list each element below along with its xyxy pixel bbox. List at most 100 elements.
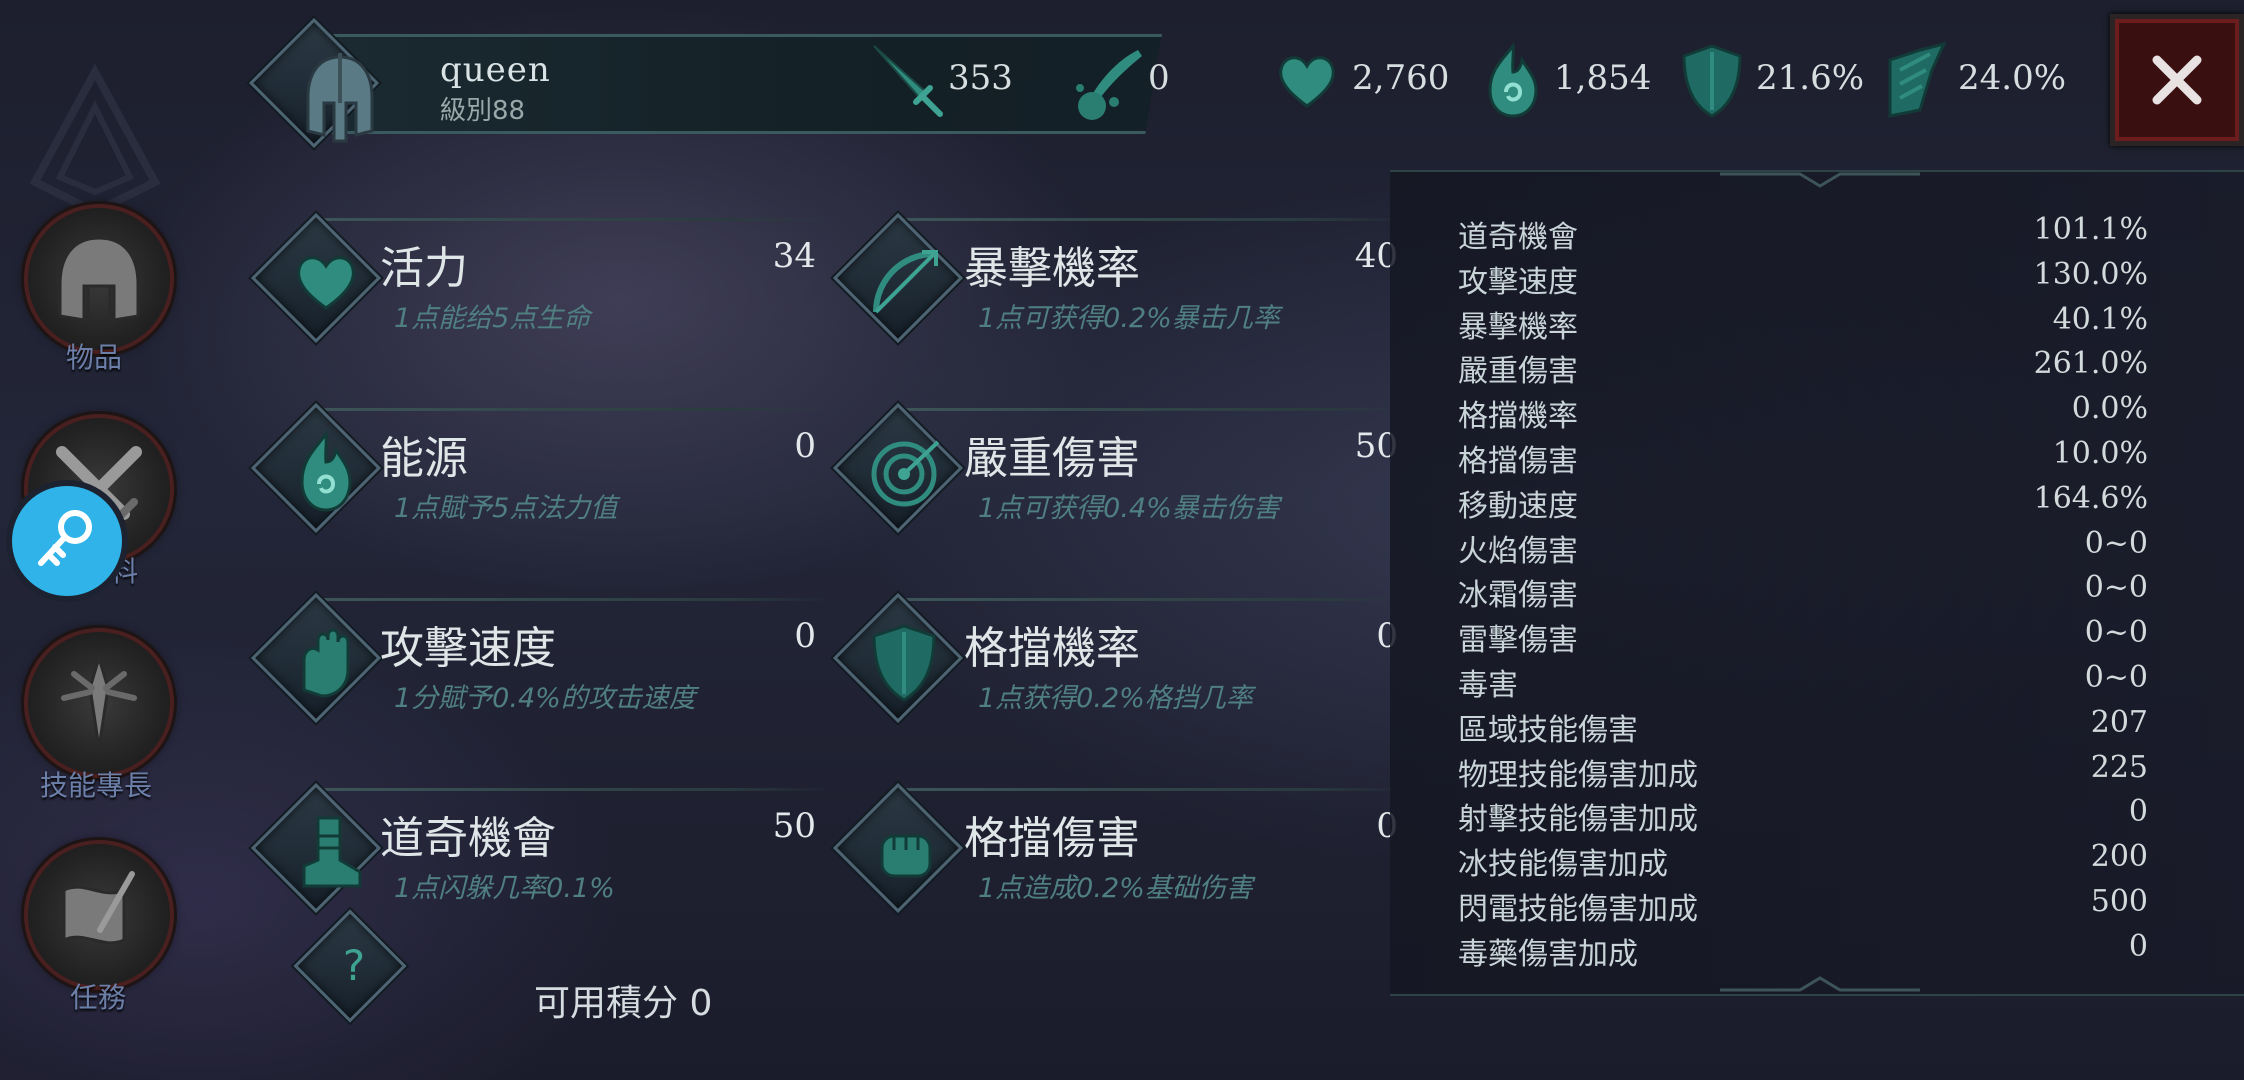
stat-label: 移動速度 — [1458, 488, 1578, 524]
available-points: 可用積分 0 — [534, 983, 713, 1024]
stat-row: 火焰傷害 0~0 — [1458, 526, 2148, 570]
stat-label: 格擋傷害 — [1458, 444, 1578, 479]
card-divider — [890, 788, 1410, 791]
stat-label: 毒藥傷害加成 — [1458, 936, 1638, 972]
side-menu-label: 技能專長 — [39, 769, 152, 802]
stat-row: 射擊技能傷害加成 0 — [1458, 794, 2148, 838]
panel-ornament-top — [1720, 172, 1920, 188]
stat-label: 攻擊速度 — [1458, 264, 1578, 300]
card-divider — [890, 218, 1410, 221]
attribute-title: 格擋傷害 — [964, 813, 1140, 864]
heart-icon — [1279, 56, 1335, 108]
attribute-value: 0 — [794, 616, 816, 656]
flame-icon — [300, 430, 352, 512]
armor-value: 21.6% — [1756, 58, 1865, 98]
close-button[interactable] — [2110, 14, 2244, 146]
card-divider — [890, 598, 1410, 601]
magic-splash-icon — [1076, 50, 1142, 120]
key-overlay-button[interactable] — [12, 486, 122, 596]
stat-value: 0~0 — [2084, 570, 2148, 606]
card-divider — [310, 788, 830, 791]
stat-value: 10.0% — [2052, 436, 2148, 471]
stat-row: 閃電技能傷害加成 500 — [1458, 884, 2148, 928]
card-divider — [310, 598, 830, 601]
stat-label: 物理技能傷害加成 — [1458, 757, 1698, 793]
shield-icon — [872, 624, 936, 702]
stat-row: 格擋機率 0.0% — [1458, 391, 2148, 435]
attribute-value: 50 — [772, 806, 816, 846]
stat-label: 火焰傷害 — [1458, 533, 1578, 569]
stat-value: 0~0 — [2084, 615, 2148, 651]
stat-value: 500 — [2090, 884, 2148, 919]
character-level: 級別88 — [440, 96, 526, 126]
stat-row: 冰技能傷害加成 200 — [1458, 839, 2148, 883]
boot-icon — [302, 816, 362, 888]
stat-row: 格擋傷害 10.0% — [1458, 436, 2148, 480]
side-menu-label: 物品 — [65, 341, 122, 374]
dodge-value: 24.0% — [1958, 58, 2067, 98]
stat-row: 毒藥傷害加成 0 — [1458, 929, 2148, 973]
attribute-title: 格擋機率 — [964, 623, 1140, 674]
key-icon — [38, 510, 92, 566]
stat-value: 130.0% — [2033, 256, 2148, 292]
stat-value: 0 — [2128, 794, 2148, 830]
stat-value: 225 — [2090, 749, 2148, 785]
attribute-title: 能源 — [380, 433, 468, 484]
card-divider — [310, 408, 830, 411]
card-divider — [890, 408, 1410, 411]
target-icon — [871, 440, 940, 507]
stat-row: 嚴重傷害 261.0% — [1458, 346, 2148, 390]
stat-label: 格擋機率 — [1458, 399, 1578, 435]
attribute-description: 1点闪躲几率0.1% — [394, 873, 615, 904]
stat-row: 雷擊傷害 0~0 — [1458, 615, 2148, 659]
stat-label: 毒害 — [1458, 668, 1518, 703]
health-value: 2,760 — [1352, 58, 1450, 98]
stat-label: 道奇機會 — [1458, 220, 1578, 255]
scroll-quill-icon — [62, 871, 135, 945]
helmet-portrait-icon — [306, 53, 374, 143]
stat-row: 區域技能傷害 207 — [1458, 705, 2148, 749]
bow-icon — [873, 250, 938, 314]
side-menu-quests-button[interactable] — [24, 840, 174, 990]
attribute-value: 0 — [1376, 806, 1398, 846]
stat-row: 攻擊速度 130.0% — [1458, 257, 2148, 301]
gauntlet-icon — [302, 628, 350, 698]
attribute-value: 0 — [1376, 616, 1398, 656]
side-menu-label: 任務 — [69, 981, 126, 1014]
heart-icon — [297, 256, 355, 310]
attribute-title: 暴擊機率 — [964, 243, 1140, 294]
stat-value: 200 — [2090, 839, 2148, 875]
attribute-description: 1分賦予0.4%的攻击速度 — [394, 683, 696, 714]
emblem-watermark-icon — [29, 63, 161, 217]
attribute-description: 1点能给5点生命 — [394, 303, 591, 334]
attribute-title: 活力 — [380, 243, 468, 294]
close-icon — [2152, 55, 2202, 105]
attribute-title: 道奇機會 — [380, 813, 556, 864]
stat-label: 區域技能傷害 — [1458, 712, 1638, 748]
stat-row: 冰霜傷害 0~0 — [1458, 570, 2148, 614]
mana-flame-icon — [1488, 42, 1538, 118]
stat-row: 移動速度 164.6% — [1458, 481, 2148, 525]
attribute-description: 1点获得0.2%格挡几率 — [978, 683, 1253, 714]
fist-icon — [880, 834, 932, 878]
stat-label: 冰技能傷害加成 — [1458, 847, 1668, 883]
attribute-description: 1点可获得0.2%暴击几率 — [978, 303, 1280, 334]
dodge-wing-icon — [1888, 41, 1947, 118]
stat-label: 嚴重傷害 — [1458, 354, 1578, 390]
panel-ornament-bottom — [1720, 976, 1920, 992]
character-name: queen — [440, 50, 551, 90]
side-menu-skills-button[interactable] — [24, 628, 174, 778]
stat-value: 164.6% — [2033, 480, 2148, 516]
stat-value: 0~0 — [2084, 660, 2148, 695]
stat-row: 暴擊機率 40.1% — [1458, 302, 2148, 346]
side-menu-items-button[interactable] — [24, 204, 174, 354]
magic-value: 0 — [1148, 58, 1170, 98]
attribute-value: 50 — [1354, 426, 1398, 466]
attribute-description: 1点造成0.2%基础伤害 — [978, 873, 1253, 904]
stat-value: 40.1% — [2052, 301, 2148, 337]
stat-label: 射擊技能傷害加成 — [1458, 802, 1698, 838]
stat-value: 261.0% — [2033, 346, 2148, 382]
attribute-title: 攻擊速度 — [380, 623, 556, 674]
stat-value: 207 — [2090, 704, 2148, 740]
helmet-icon — [58, 236, 140, 322]
